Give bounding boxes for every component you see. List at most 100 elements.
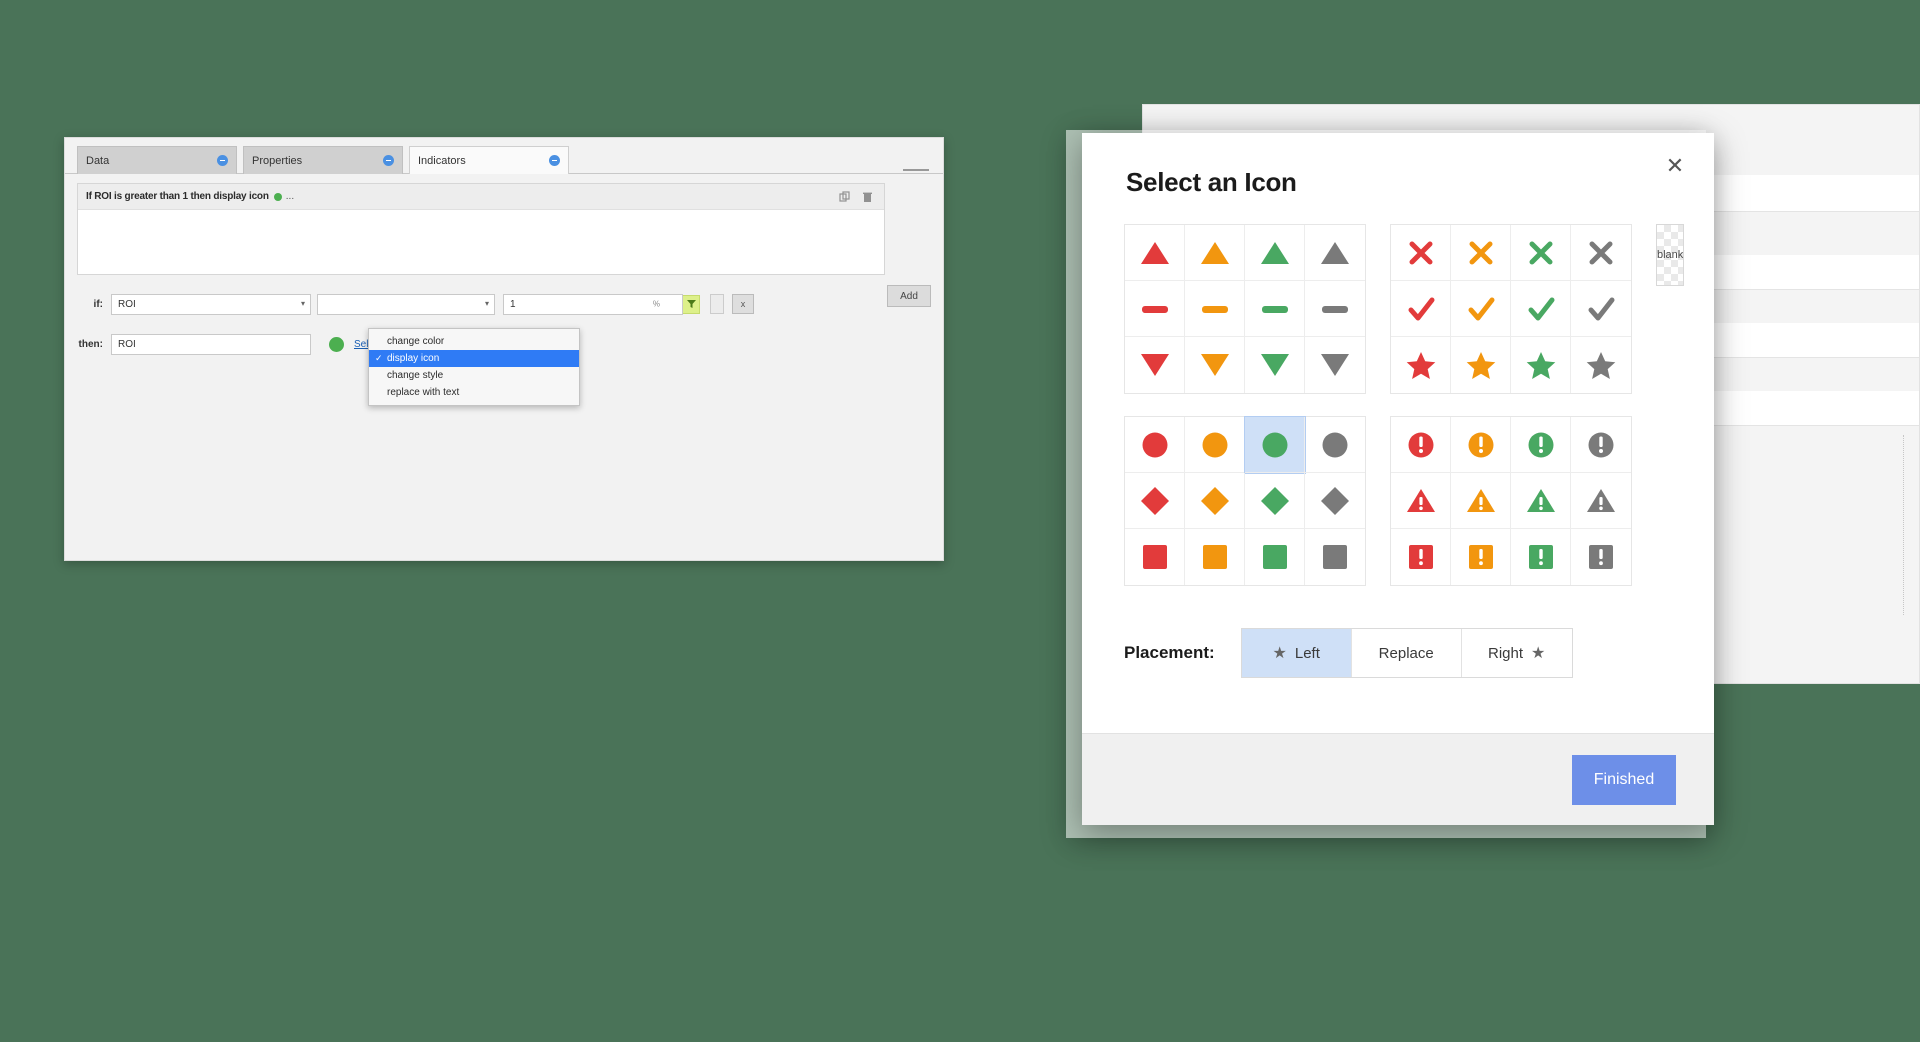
icon-cell[interactable] xyxy=(1185,281,1245,337)
icon-cell[interactable] xyxy=(1571,473,1631,529)
placement-row: Placement: ★ Left Replace Right ★ xyxy=(1124,628,1672,678)
icon-cell[interactable] xyxy=(1305,529,1365,585)
chevron-down-icon: ▾ xyxy=(484,299,489,308)
if-column-select[interactable]: ROI ▾ xyxy=(111,293,311,315)
finished-button[interactable]: Finished xyxy=(1572,754,1676,805)
icon-cell[interactable] xyxy=(1185,473,1245,529)
rule-list-item[interactable]: If ROI is greater than 1 then display ic… xyxy=(78,184,884,210)
condition-if-row: if: ROI ▾ ▾ 1 % x xyxy=(77,293,943,315)
duplicate-icon[interactable] xyxy=(836,188,854,206)
icon-cell[interactable] xyxy=(1391,225,1451,281)
tab-close-icon[interactable] xyxy=(549,155,560,166)
icon-cell[interactable] xyxy=(1451,417,1511,473)
placement-option-right-label: Right xyxy=(1488,644,1524,662)
then-label: then: xyxy=(78,338,103,350)
scrollbar[interactable] xyxy=(1903,435,1911,615)
icon-cell[interactable] xyxy=(1305,473,1365,529)
rule-preview-dot-icon xyxy=(273,192,282,201)
icon-cell[interactable] xyxy=(1185,225,1245,281)
icon-cell[interactable] xyxy=(1185,337,1245,393)
if-extra-button[interactable] xyxy=(710,294,724,314)
icon-cell[interactable] xyxy=(1125,417,1185,473)
icon-cell[interactable] xyxy=(1305,337,1365,393)
tab-indicators-label: Indicators xyxy=(418,154,466,167)
then-column-select[interactable]: ROI xyxy=(111,333,311,355)
rule-summary-text: If ROI is greater than 1 then display ic… xyxy=(86,191,269,202)
if-value-text: 1 xyxy=(510,298,516,310)
placement-segmented-control: ★ Left Replace Right ★ xyxy=(1240,628,1573,678)
tab-data[interactable]: Data xyxy=(77,146,237,174)
placement-option-right[interactable]: Right ★ xyxy=(1461,629,1572,677)
icon-cell[interactable] xyxy=(1511,529,1571,585)
icon-cell[interactable] xyxy=(1511,337,1571,393)
icon-cell[interactable] xyxy=(1125,281,1185,337)
if-operator-select[interactable]: ▾ xyxy=(317,293,495,315)
icon-cell-selected[interactable] xyxy=(1244,416,1306,474)
tab-properties-label: Properties xyxy=(252,154,303,167)
icon-cell[interactable] xyxy=(1125,225,1185,281)
dropdown-item-change-color[interactable]: change color xyxy=(369,333,579,350)
dropdown-item-replace-with-text[interactable]: replace with text xyxy=(369,384,579,401)
star-icon: ★ xyxy=(1531,645,1546,662)
icon-cell[interactable] xyxy=(1305,225,1365,281)
placement-option-left-label: Left xyxy=(1294,644,1320,662)
then-icon-preview-dot-icon xyxy=(329,336,344,352)
icon-cell[interactable] xyxy=(1511,473,1571,529)
if-value-input[interactable]: 1 % xyxy=(503,293,683,315)
icon-cell[interactable] xyxy=(1245,529,1305,585)
blank-icon-swatch[interactable]: blank xyxy=(1656,224,1685,286)
icon-cell[interactable] xyxy=(1245,473,1305,529)
icon-cell[interactable] xyxy=(1451,281,1511,337)
icon-cell[interactable] xyxy=(1571,417,1631,473)
tab-strip: Data Properties Indicators xyxy=(65,138,943,174)
icon-cell[interactable] xyxy=(1451,337,1511,393)
icon-cell[interactable] xyxy=(1305,281,1365,337)
dropdown-item-label: replace with text xyxy=(387,387,460,398)
icon-cell[interactable] xyxy=(1391,417,1451,473)
icon-cell[interactable] xyxy=(1571,337,1631,393)
filter-icon[interactable] xyxy=(682,294,700,314)
rule-summary-ellipsis: ... xyxy=(285,191,295,202)
icon-cell[interactable] xyxy=(1511,225,1571,281)
placement-label: Placement: xyxy=(1124,643,1215,662)
tab-close-icon[interactable] xyxy=(383,155,394,166)
icon-cell[interactable] xyxy=(1125,337,1185,393)
icon-cell[interactable] xyxy=(1511,281,1571,337)
icon-cell[interactable] xyxy=(1185,529,1245,585)
icon-cell[interactable] xyxy=(1571,225,1631,281)
rule-list-empty-area xyxy=(78,210,884,274)
dropdown-item-display-icon[interactable]: ✓ display icon xyxy=(369,350,579,367)
tab-properties[interactable]: Properties xyxy=(243,146,403,174)
icon-cell[interactable] xyxy=(1245,281,1305,337)
modal-body: ✕ Select an Icon blank Placement: ★ Left… xyxy=(1082,133,1714,733)
icon-cell[interactable] xyxy=(1185,417,1245,473)
icon-cell[interactable] xyxy=(1571,529,1631,585)
icon-cell[interactable] xyxy=(1451,473,1511,529)
icon-cell[interactable] xyxy=(1451,529,1511,585)
icon-cell[interactable] xyxy=(1125,529,1185,585)
trash-icon[interactable] xyxy=(858,188,876,206)
tab-indicators[interactable]: Indicators xyxy=(409,146,569,174)
placement-option-left[interactable]: ★ Left xyxy=(1241,629,1352,677)
icon-cell[interactable] xyxy=(1125,473,1185,529)
remove-condition-button[interactable]: x xyxy=(732,294,754,314)
minimize-icon[interactable] xyxy=(903,169,929,171)
dropdown-item-change-style[interactable]: change style xyxy=(369,367,579,384)
icon-cell[interactable] xyxy=(1391,529,1451,585)
icon-cell[interactable] xyxy=(1305,417,1365,473)
star-icon: ★ xyxy=(1272,645,1287,662)
icon-cell[interactable] xyxy=(1511,417,1571,473)
if-column-value: ROI xyxy=(118,298,136,310)
modal-title: Select an Icon xyxy=(1126,167,1297,197)
icon-cell[interactable] xyxy=(1451,225,1511,281)
chevron-down-icon: ▾ xyxy=(300,299,305,308)
close-icon[interactable]: ✕ xyxy=(1662,153,1688,179)
icon-cell[interactable] xyxy=(1391,473,1451,529)
icon-cell[interactable] xyxy=(1245,225,1305,281)
icon-cell[interactable] xyxy=(1571,281,1631,337)
icon-cell[interactable] xyxy=(1391,337,1451,393)
icon-cell[interactable] xyxy=(1391,281,1451,337)
placement-option-replace[interactable]: Replace xyxy=(1351,629,1462,677)
tab-close-icon[interactable] xyxy=(217,155,228,166)
icon-cell[interactable] xyxy=(1245,337,1305,393)
